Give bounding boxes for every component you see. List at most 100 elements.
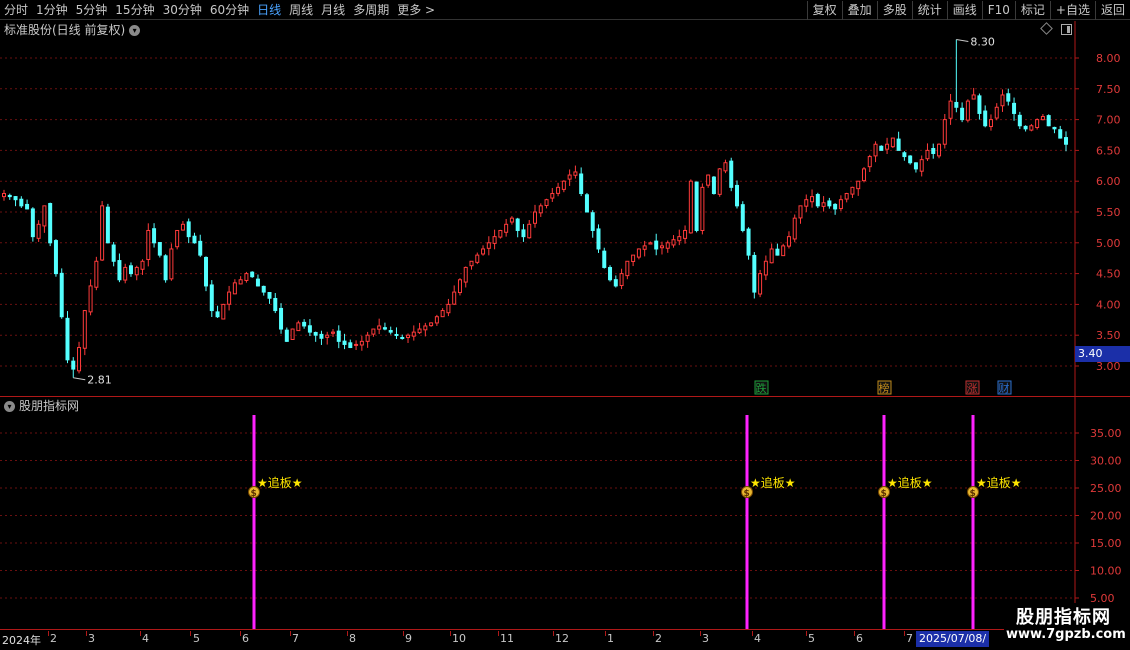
candle-body: [937, 143, 942, 157]
chevron-down-icon[interactable]: ▾: [4, 400, 15, 412]
tool-button-4[interactable]: 画线: [946, 1, 982, 20]
tool-button-7[interactable]: +自选: [1049, 1, 1095, 20]
candle-body: [769, 248, 774, 264]
candle-body: [313, 332, 318, 336]
month-tick: [605, 631, 606, 636]
candle-body: [659, 245, 664, 249]
month-tick: [653, 631, 654, 636]
tool-button-0[interactable]: 复权: [806, 1, 842, 20]
candle-body: [411, 331, 416, 337]
period-tab-6[interactable]: 日线: [253, 0, 285, 20]
period-tab-2[interactable]: 5分钟: [72, 0, 112, 20]
candle-body: [879, 145, 884, 151]
low-price-label: 2.81: [87, 374, 112, 387]
candle-body: [261, 285, 266, 293]
candle-body: [429, 322, 434, 327]
candle-body: [775, 248, 780, 256]
indicator-tick-label: 10.00: [1090, 565, 1122, 578]
candle-body: [642, 245, 647, 250]
candle-body: [423, 325, 428, 331]
watermark-url: www.7gpzb.com: [1006, 627, 1126, 642]
period-tab-3[interactable]: 15分钟: [111, 0, 158, 20]
candlestick-chart[interactable]: 8.00 7.50 7.00 6.50 6.00 5.50 5.00 4.50 4.00 3.50…: [0, 21, 1130, 396]
candle-body: [827, 200, 832, 207]
candle-body: [117, 260, 122, 281]
tool-button-1[interactable]: 叠加: [841, 1, 877, 20]
candle-body: [452, 291, 457, 305]
price-tick-label: 4.00: [1096, 298, 1121, 311]
candle-body: [596, 228, 601, 250]
month-label: 6: [856, 632, 863, 645]
candle-body: [856, 180, 861, 190]
period-tab-8[interactable]: 月线: [317, 0, 349, 20]
candle-body: [354, 343, 359, 346]
tool-button-3[interactable]: 统计: [911, 1, 947, 20]
candle-body: [717, 168, 722, 195]
indicator-title: ▾ 股朋指标网: [4, 398, 79, 414]
price-tick-label: 4.50: [1096, 268, 1121, 281]
month-label: 5: [193, 632, 200, 645]
price-tick-label: 5.50: [1096, 206, 1121, 219]
period-tab-10[interactable]: 更多 >: [393, 0, 439, 20]
candle-body: [25, 203, 30, 210]
candle-body: [400, 336, 405, 339]
candle-body: [509, 217, 514, 223]
candle-body: [550, 193, 555, 199]
candle-body: [100, 205, 105, 261]
candle-body: [186, 221, 191, 238]
period-tab-4[interactable]: 30分钟: [159, 0, 206, 20]
candle-body: [204, 256, 209, 287]
month-tick: [240, 631, 241, 636]
candle-body: [215, 311, 220, 318]
month-label: 6: [242, 632, 249, 645]
candle-body: [561, 180, 566, 190]
main-chart-panel[interactable]: 8.00 7.50 7.00 6.50 6.00 5.50 5.00 4.50 4.00 3.50…: [0, 21, 1130, 396]
candle-body: [619, 273, 624, 286]
period-tab-5[interactable]: 60分钟: [206, 0, 253, 20]
signal-bar: [252, 415, 256, 629]
signal-label: ★追板★: [887, 475, 933, 490]
chevron-down-icon[interactable]: ▾: [129, 24, 141, 36]
indicator-chart[interactable]: 35.0030.0025.0020.0015.0010.005.00$★追板★$…: [0, 397, 1130, 629]
candle-body: [798, 205, 803, 219]
candle-body: [758, 273, 763, 295]
period-tab-0[interactable]: 分时: [0, 0, 32, 20]
candle-body: [573, 171, 578, 176]
price-tick-label: 7.50: [1096, 83, 1121, 96]
tool-button-8[interactable]: 返回: [1094, 1, 1130, 20]
panel-toggle-icon[interactable]: [1061, 24, 1072, 35]
tool-buttons: 复权 叠加 多股 统计 画线 F10 标记 +自选 返回: [806, 0, 1130, 20]
candle-body: [711, 176, 716, 195]
tool-button-5[interactable]: F10: [981, 1, 1015, 20]
candle-body: [584, 194, 589, 213]
event-marker-label: 榜: [879, 381, 890, 395]
candle-body: [694, 181, 699, 231]
period-tab-7[interactable]: 周线: [285, 0, 317, 20]
month-tick: [290, 631, 291, 636]
date-axis: 2024年 2 3 4 5 6 7 8 9 10 11 12 1 2 3 4 5 6 7 2025/07/08/: [0, 629, 1130, 650]
candle-body: [446, 303, 451, 314]
candle-body: [250, 271, 255, 278]
candle-body: [700, 186, 705, 231]
tool-button-2[interactable]: 多股: [876, 1, 912, 20]
candle-body: [2, 193, 6, 198]
tool-button-6[interactable]: 标记: [1014, 1, 1050, 20]
candle-body: [319, 333, 324, 339]
candle-body: [71, 360, 76, 370]
candle-body: [625, 260, 630, 277]
period-tab-9[interactable]: 多周期: [349, 0, 393, 20]
month-tick: [904, 631, 905, 636]
candle-body: [654, 240, 659, 250]
indicator-tick-label: 20.00: [1090, 510, 1122, 523]
candle-body: [180, 223, 185, 231]
period-tab-1[interactable]: 1分钟: [32, 0, 72, 20]
candle-body: [931, 148, 936, 154]
candle-body: [394, 333, 399, 336]
month-tick: [140, 631, 141, 636]
cursor-date-label: 2025/07/08/: [916, 631, 990, 647]
year-label: 2024年: [2, 634, 41, 647]
candle-body: [515, 218, 520, 231]
month-tick: [752, 631, 753, 636]
candle-body: [498, 229, 503, 238]
candle-body: [227, 291, 232, 305]
